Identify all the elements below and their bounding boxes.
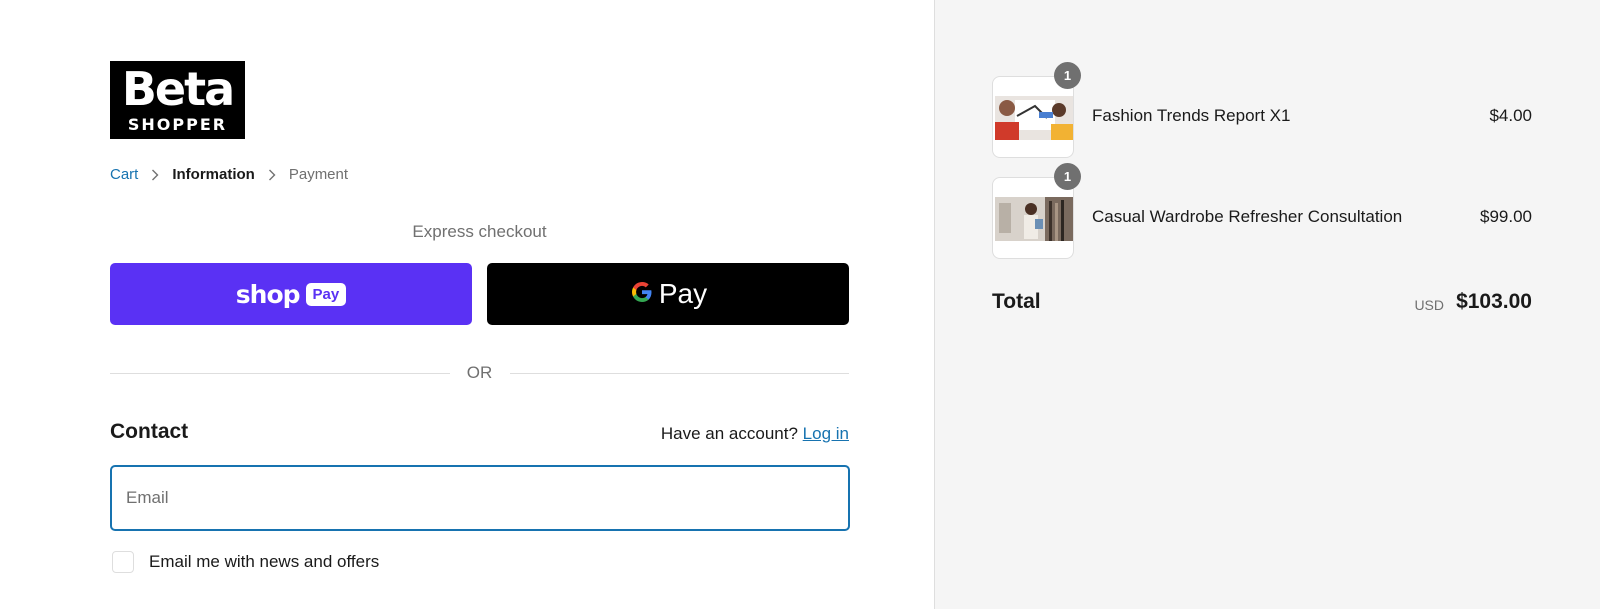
line-item-name: Fashion Trends Report X1 — [1092, 106, 1291, 125]
shop-pay-pill: Pay — [305, 282, 347, 306]
quantity-badge: 1 — [1054, 163, 1081, 190]
line-item-price: $4.00 — [1489, 106, 1532, 125]
newsletter-label: Email me with news and offers — [149, 552, 380, 571]
logo-subtitle: SHOPPER — [127, 115, 228, 134]
brand-logo[interactable]: Beta SHOPPER — [110, 61, 245, 139]
email-field[interactable] — [110, 465, 850, 531]
google-pay-text: Pay — [658, 278, 708, 309]
express-checkout-label: Express checkout — [412, 222, 547, 241]
chevron-right-icon — [255, 166, 289, 183]
account-prompt-text: Have an account? — [660, 424, 798, 443]
or-divider: OR — [110, 362, 849, 384]
total-label: Total — [992, 290, 1041, 313]
product-image-fashion-report — [995, 96, 1073, 140]
product-image-wardrobe-consultation — [995, 197, 1073, 241]
total-currency: USD — [1414, 297, 1444, 313]
shop-pay-button[interactable]: shop Pay — [110, 263, 472, 325]
breadcrumb-cart[interactable]: Cart — [110, 166, 138, 183]
breadcrumb-payment: Payment — [288, 165, 349, 183]
chevron-right-icon — [138, 166, 172, 183]
total-amount: $103.00 — [1456, 290, 1532, 313]
quantity-badge: 1 — [1054, 62, 1081, 89]
shop-pay-wordmark: shop — [235, 279, 301, 309]
breadcrumb-information: Information — [172, 165, 255, 183]
or-text: OR — [466, 363, 493, 382]
line-item-name: Casual Wardrobe Refresher Consultation — [1092, 207, 1403, 226]
line-item: 1 Casual Wardrobe Refresher Consultation… — [992, 163, 1532, 259]
product-thumbnail — [992, 177, 1074, 259]
contact-heading: Contact — [110, 420, 189, 443]
newsletter-option[interactable]: Email me with news and offers — [112, 550, 379, 574]
account-prompt: Have an account? Log in — [661, 424, 849, 444]
checkout-main: Beta SHOPPER Cart Information Payment Ex… — [0, 0, 934, 609]
breadcrumb: Cart Information Payment — [110, 163, 348, 185]
newsletter-checkbox[interactable] — [112, 551, 134, 573]
login-link[interactable]: Log in — [803, 424, 849, 443]
line-item: 1 Fashion Trends Report X1 $4.00 — [992, 62, 1532, 158]
line-item-price: $99.00 — [1480, 207, 1532, 226]
logo-wordmark: Beta — [121, 62, 235, 116]
product-thumbnail — [992, 76, 1074, 158]
google-g-icon — [629, 279, 655, 310]
google-pay-button[interactable]: Pay — [487, 263, 849, 325]
